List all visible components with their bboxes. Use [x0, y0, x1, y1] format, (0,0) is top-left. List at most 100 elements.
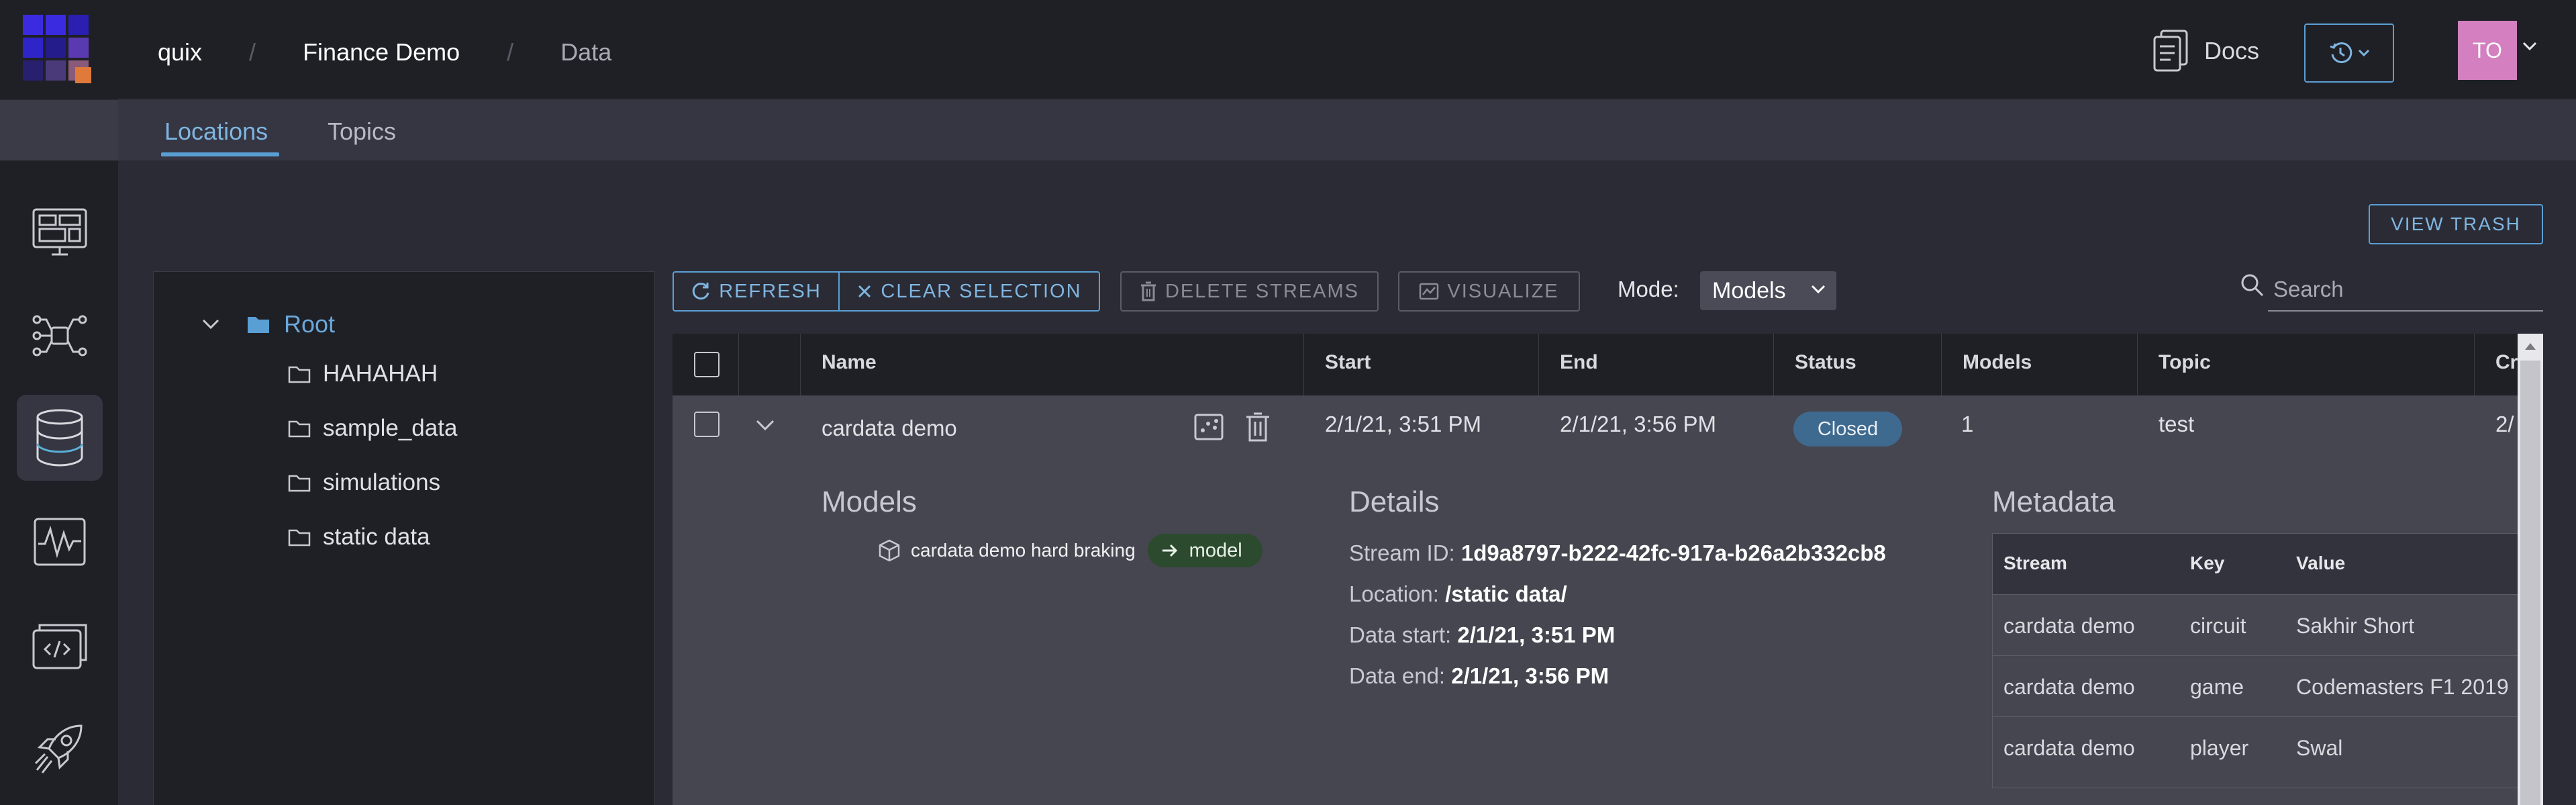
tree-folder[interactable]: HAHAHAH: [288, 355, 438, 393]
folder-filled-icon: [248, 317, 269, 333]
stream-name[interactable]: cardata demo: [822, 416, 957, 441]
metadata-table: Stream Key Value cardata demo circuit Sa…: [1992, 533, 2530, 788]
chart-icon: [1420, 283, 1439, 300]
tree-folder[interactable]: sample_data: [288, 410, 457, 447]
trash-icon: [1140, 281, 1156, 301]
history-button[interactable]: [2304, 23, 2394, 83]
search-icon: [2241, 274, 2264, 297]
close-icon: [858, 285, 871, 298]
detail-value: 2/1/21, 3:56 PM: [1451, 663, 1609, 688]
tree-folder-label: sample_data: [323, 415, 458, 441]
breadcrumb-project[interactable]: Finance Demo: [303, 38, 460, 66]
model-item[interactable]: cardata demo hard braking model: [877, 532, 1262, 569]
app-header: quix / Finance Demo / Data Docs TO: [0, 0, 2576, 99]
table-scrollbar[interactable]: [2518, 334, 2543, 805]
table-header: Name Start End Status Models Topic Cr: [673, 334, 2518, 395]
logo-cell: [0, 0, 118, 99]
detail-location: Location: /static data/: [1349, 581, 1567, 606]
visualize-icon[interactable]: [1193, 413, 1224, 441]
row-checkbox[interactable]: [694, 412, 720, 437]
rail-item-monitor[interactable]: [17, 499, 103, 585]
mode-label: Mode:: [1618, 277, 1679, 301]
detail-value: /static data/: [1445, 581, 1567, 606]
column-header-models[interactable]: Models: [1963, 351, 2032, 374]
chevron-down-icon[interactable]: [202, 319, 219, 330]
models-section-title: Models: [822, 485, 917, 518]
metadata-row: cardata demo circuit Sakhir Short: [1993, 594, 2530, 655]
history-icon: [2330, 42, 2352, 64]
chevron-down-icon[interactable]: [756, 420, 775, 432]
chevron-down-icon[interactable]: [2522, 42, 2537, 51]
select-all-checkbox[interactable]: [694, 352, 720, 377]
breadcrumb-current: Data: [560, 38, 612, 66]
metadata-column-key: Key: [2190, 553, 2225, 573]
clear-selection-label: CLEAR SELECTION: [881, 280, 1082, 302]
folder-icon: [288, 366, 311, 383]
tree-folder-label: HAHAHAH: [323, 361, 438, 387]
column-header-created[interactable]: Cr: [2495, 351, 2518, 374]
trash-icon[interactable]: [1244, 412, 1271, 442]
quix-logo[interactable]: [23, 15, 91, 83]
detail-data-start: Data start: 2/1/21, 3:51 PM: [1349, 622, 1616, 647]
table-row[interactable]: cardata demo 2/1/21, 3:51 PM 2/1/21, 3:5…: [673, 395, 2530, 805]
tab-topics[interactable]: Topics: [328, 117, 396, 160]
details-section-title: Details: [1349, 485, 1440, 518]
metadata-row: cardata demo player Swal: [1993, 716, 2530, 777]
stream-created: 2/: [2495, 412, 2514, 436]
rail-item-code[interactable]: [17, 603, 103, 689]
refresh-button[interactable]: REFRESH: [674, 273, 838, 310]
tree-root[interactable]: Root: [202, 305, 335, 343]
folder-icon: [288, 529, 311, 547]
active-tab-indicator: [161, 152, 279, 156]
detail-value: 2/1/21, 3:51 PM: [1457, 622, 1616, 647]
tree-folder[interactable]: simulations: [288, 464, 440, 502]
column-header-name[interactable]: Name: [822, 351, 877, 374]
rail-item-data[interactable]: [17, 395, 103, 481]
status-badge: Closed: [1793, 412, 1902, 446]
docs-link[interactable]: Docs: [2152, 30, 2259, 73]
column-header-start[interactable]: Start: [1325, 351, 1371, 374]
stream-topic[interactable]: test: [2159, 412, 2194, 437]
column-header-topic[interactable]: Topic: [2159, 351, 2211, 374]
scroll-thumb[interactable]: [2520, 361, 2540, 805]
detail-data-end: Data end: 2/1/21, 3:56 PM: [1349, 663, 1609, 688]
delete-streams-button[interactable]: DELETE STREAMS: [1120, 271, 1379, 312]
column-header-end[interactable]: End: [1560, 351, 1598, 374]
detail-stream-id: Stream ID: 1d9a8797-b222-42fc-917a-b26a2…: [1349, 540, 1886, 565]
view-trash-button[interactable]: VIEW TRASH: [2369, 204, 2543, 244]
refresh-label: REFRESH: [719, 280, 822, 302]
scroll-up-arrow-icon[interactable]: [2524, 342, 2537, 351]
sub-navigation: Locations Topics: [0, 100, 2576, 160]
avatar[interactable]: TO: [2458, 21, 2517, 80]
breadcrumb-workspace[interactable]: quix: [158, 38, 202, 66]
model-badge[interactable]: model: [1147, 534, 1262, 567]
breadcrumb-separator: /: [507, 38, 514, 66]
selection-button-group: REFRESH CLEAR SELECTION: [673, 271, 1100, 312]
stream-models-count: 1: [1961, 412, 1974, 436]
tree-folder[interactable]: static data: [288, 518, 430, 556]
mode-select[interactable]: Models: [1700, 271, 1836, 310]
metadata-column-stream: Stream: [2003, 553, 2067, 573]
search-input[interactable]: Search: [2273, 277, 2344, 302]
search-field[interactable]: Search: [2240, 271, 2543, 312]
clear-selection-button[interactable]: CLEAR SELECTION: [838, 273, 1099, 310]
delete-streams-label: DELETE STREAMS: [1165, 280, 1360, 302]
tree-folder-label: static data: [323, 524, 430, 550]
pipeline-icon: [32, 315, 87, 357]
metadata-section-title: Metadata: [1992, 485, 2116, 518]
metadata-row: cardata demo game Codemasters F1 2019: [1993, 655, 2530, 716]
tree-root-label: Root: [284, 310, 336, 338]
rail-item-pipeline[interactable]: [17, 293, 103, 379]
docs-label: Docs: [2204, 37, 2260, 64]
model-name: cardata demo hard braking: [911, 540, 1136, 561]
rail-item-deploy[interactable]: [17, 706, 103, 792]
visualize-button[interactable]: VISUALIZE: [1398, 271, 1580, 312]
visualize-label: VISUALIZE: [1447, 280, 1559, 302]
stream-end: 2/1/21, 3:56 PM: [1560, 412, 1716, 436]
rail-item-dashboard[interactable]: [17, 189, 103, 275]
cube-icon: [879, 539, 900, 562]
stream-start: 2/1/21, 3:51 PM: [1325, 412, 1481, 436]
column-header-status[interactable]: Status: [1795, 351, 1856, 374]
model-badge-label: model: [1189, 539, 1242, 561]
rocket-icon: [34, 724, 83, 773]
